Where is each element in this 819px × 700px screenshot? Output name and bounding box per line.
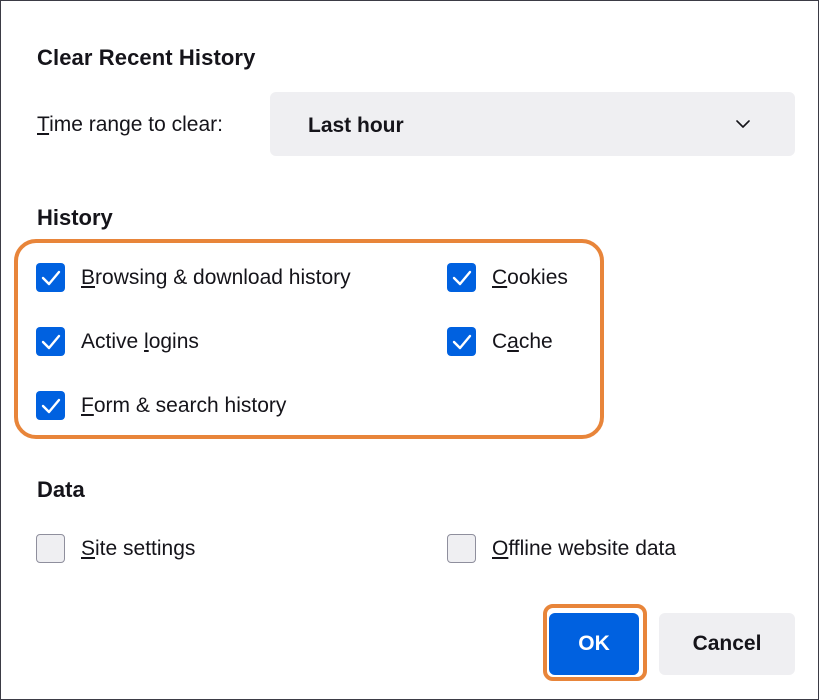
time-range-label: Time range to clear:: [37, 113, 223, 137]
checkbox-label: Cookies: [492, 265, 568, 289]
time-range-label-accel: T: [37, 113, 50, 136]
checkbox-label: Cache: [492, 329, 553, 353]
checkmark-icon: [41, 270, 60, 285]
checkbox-label: Browsing & download history: [81, 265, 351, 289]
chevron-down-icon: [736, 120, 750, 128]
time-range-value: Last hour: [308, 114, 404, 137]
checkmark-icon: [41, 398, 60, 413]
time-range-label-text: ime range to clear:: [49, 113, 223, 136]
checkbox-box[interactable]: [36, 391, 65, 420]
checkbox-box[interactable]: [447, 327, 476, 356]
checkbox-label: Site settings: [81, 536, 196, 560]
checkbox-site-settings[interactable]: Site settings: [36, 534, 195, 563]
dialog-title: Clear Recent History: [37, 45, 256, 70]
checkbox-box[interactable]: [447, 534, 476, 563]
time-range-select[interactable]: Last hour: [270, 92, 795, 156]
checkbox-cookies[interactable]: Cookies: [447, 263, 568, 292]
ok-button[interactable]: OK: [549, 613, 639, 675]
checkbox-box[interactable]: [447, 263, 476, 292]
checkmark-icon: [41, 334, 60, 349]
checkbox-browsing-download-history[interactable]: Browsing & download history: [36, 263, 351, 292]
checkbox-cache[interactable]: Cache: [447, 327, 553, 356]
checkbox-label: Offline website data: [492, 536, 677, 560]
checkbox-form-search-history[interactable]: Form & search history: [36, 391, 286, 420]
checkbox-box[interactable]: [36, 534, 65, 563]
checkmark-icon: [452, 270, 471, 285]
cancel-button[interactable]: Cancel: [659, 613, 795, 675]
checkbox-offline-website-data[interactable]: Offline website data: [447, 534, 676, 563]
clear-history-dialog: Clear Recent History Time range to clear…: [0, 0, 819, 700]
data-heading: Data: [37, 477, 85, 502]
checkmark-icon: [452, 334, 471, 349]
checkbox-box[interactable]: [36, 327, 65, 356]
checkbox-active-logins[interactable]: Active logins: [36, 327, 199, 356]
checkbox-label: Form & search history: [81, 393, 287, 417]
checkbox-box[interactable]: [36, 263, 65, 292]
checkbox-label: Active logins: [81, 329, 199, 353]
history-heading: History: [37, 205, 113, 230]
